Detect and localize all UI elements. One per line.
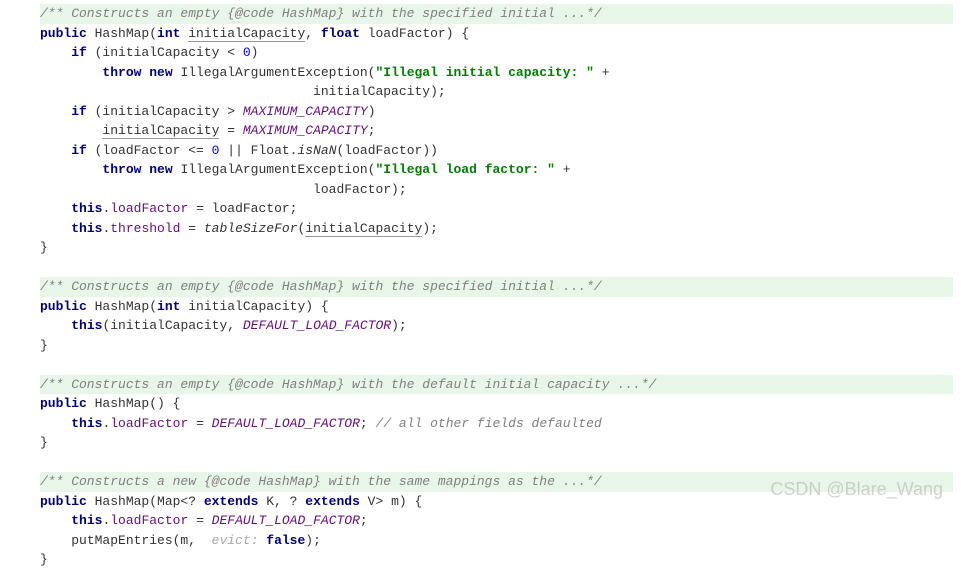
code-line: }	[40, 336, 953, 356]
code-line: public HashMap(int initialCapacity, floa…	[40, 24, 953, 44]
code-line: this.loadFactor = DEFAULT_LOAD_FACTOR; /…	[40, 414, 953, 434]
javadoc-comment: /** Constructs an empty {@code HashMap} …	[40, 4, 953, 24]
code-line: this.threshold = tableSizeFor(initialCap…	[40, 219, 953, 239]
blank-line	[40, 355, 953, 375]
code-line: initialCapacity = MAXIMUM_CAPACITY;	[40, 121, 953, 141]
code-line: this.loadFactor = DEFAULT_LOAD_FACTOR;	[40, 511, 953, 531]
code-line: public HashMap(int initialCapacity) {	[40, 297, 953, 317]
code-line: this(initialCapacity, DEFAULT_LOAD_FACTO…	[40, 316, 953, 336]
blank-line	[40, 258, 953, 278]
code-editor: /** Constructs an empty {@code HashMap} …	[0, 0, 963, 574]
code-line: }	[40, 433, 953, 453]
code-line: putMapEntries(m, evict: false);	[40, 531, 953, 551]
code-line: this.loadFactor = loadFactor;	[40, 199, 953, 219]
code-line: loadFactor);	[40, 180, 953, 200]
code-line: throw new IllegalArgumentException("Ille…	[40, 63, 953, 83]
code-line: if (initialCapacity < 0)	[40, 43, 953, 63]
blank-line	[40, 453, 953, 473]
code-line: initialCapacity);	[40, 82, 953, 102]
javadoc-comment: /** Constructs a new {@code HashMap} wit…	[40, 472, 953, 492]
code-line: if (initialCapacity > MAXIMUM_CAPACITY)	[40, 102, 953, 122]
code-line: if (loadFactor <= 0 || Float.isNaN(loadF…	[40, 141, 953, 161]
code-line: public HashMap() {	[40, 394, 953, 414]
code-line: }	[40, 550, 953, 570]
javadoc-comment: /** Constructs an empty {@code HashMap} …	[40, 277, 953, 297]
code-line: public HashMap(Map<? extends K, ? extend…	[40, 492, 953, 512]
javadoc-comment: /** Constructs an empty {@code HashMap} …	[40, 375, 953, 395]
code-line: throw new IllegalArgumentException("Ille…	[40, 160, 953, 180]
code-line: }	[40, 238, 953, 258]
